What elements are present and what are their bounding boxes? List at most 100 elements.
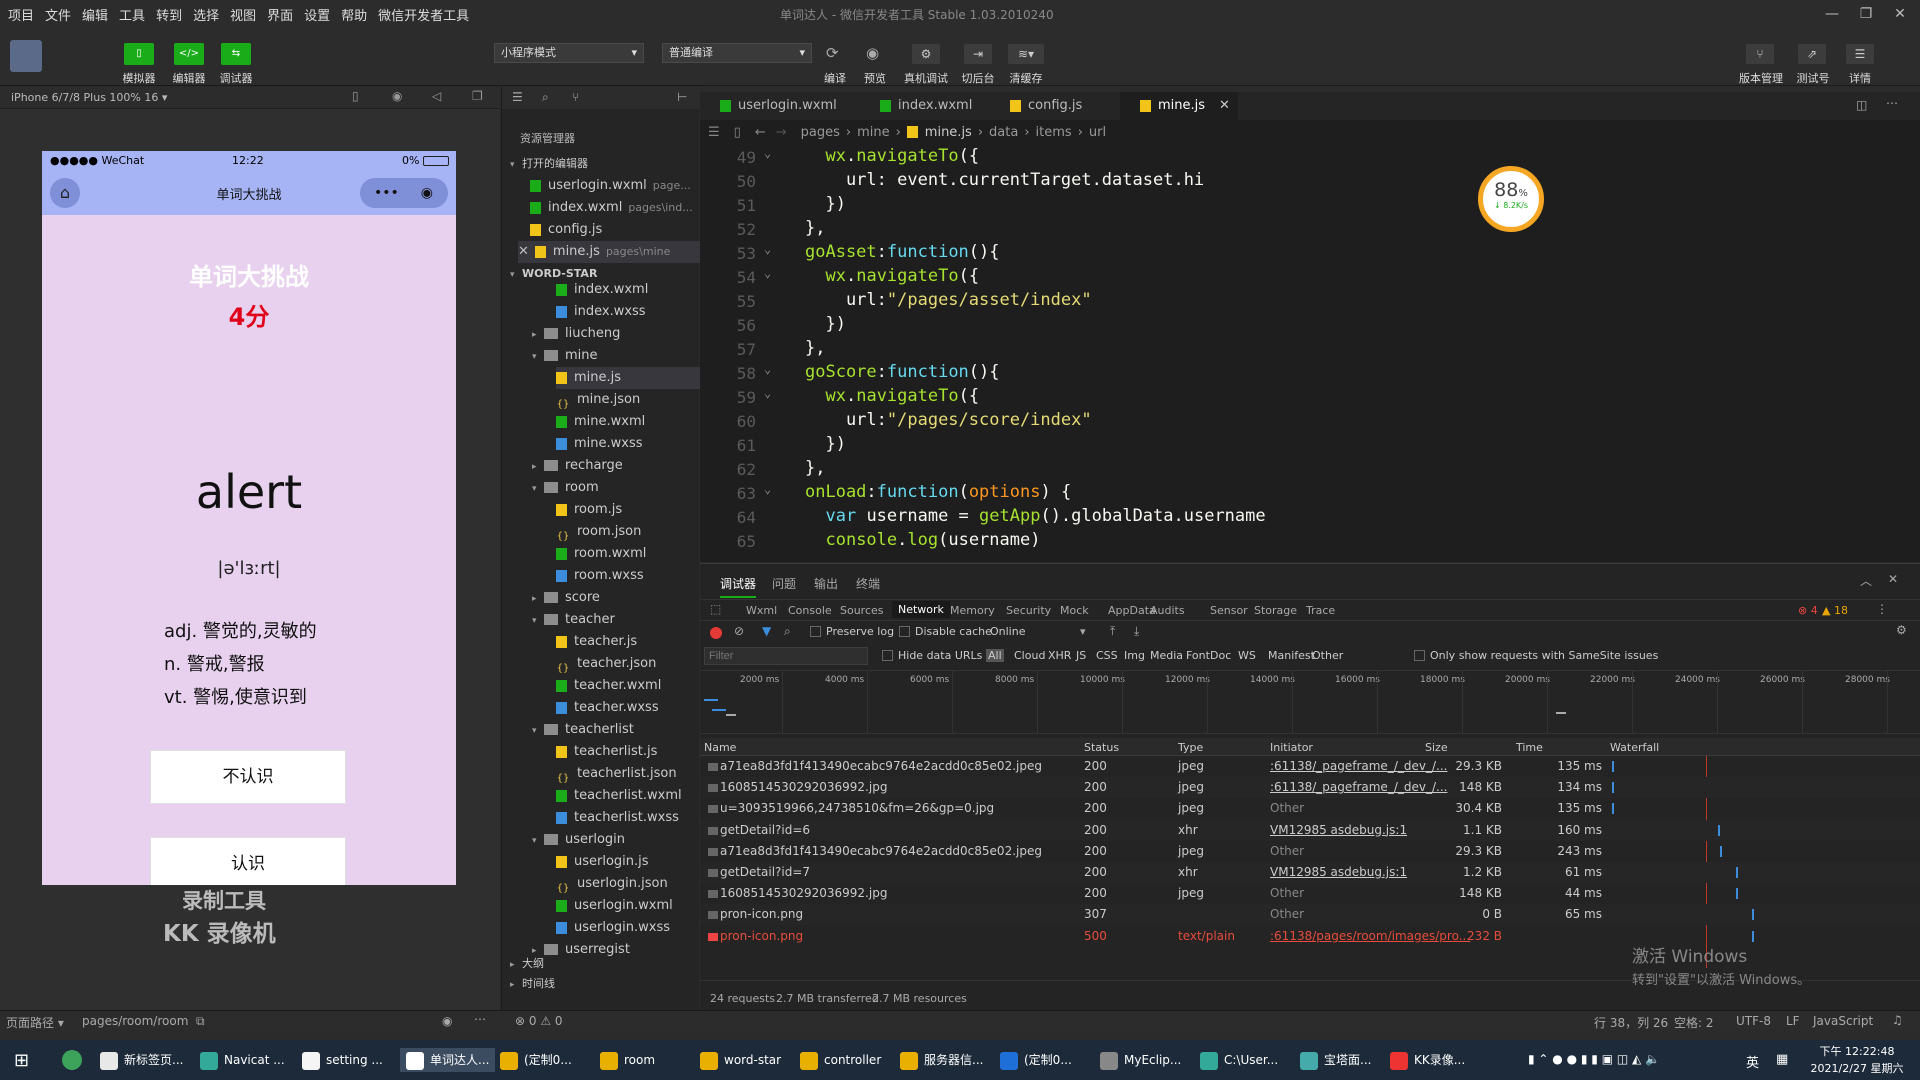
window-icon[interactable]: ❐ [472,89,483,103]
file-item[interactable]: teacherlist.wxss [556,807,700,829]
forward-icon[interactable]: → [776,125,787,140]
tab-mine-js[interactable]: mine.js ✕ [1120,92,1238,120]
fold-icon[interactable]: ⌄ [764,146,771,160]
refresh-icon[interactable]: ⟳ [826,44,839,62]
more-icon[interactable]: ⋯ [474,1012,486,1026]
table-row[interactable]: a71ea8d3fd1f413490ecabc9764e2acdd0c85e02… [700,841,1920,862]
outline-icon[interactable]: ☰ [708,125,720,140]
keyboard-icon[interactable]: ▦ [1776,1052,1788,1067]
folder-item[interactable]: ▾ teacherlist [532,719,700,741]
taskbar-app[interactable]: Navicat ... [200,1048,285,1072]
tab-output[interactable]: 输出 [814,575,838,592]
preview-label[interactable]: 预览 [851,70,899,86]
sound-icon[interactable]: ◁ [432,89,441,103]
taskbar-app[interactable]: (定制0... [1000,1048,1072,1072]
table-row[interactable]: getDetail?id=7 200 xhr VM12985 asdebug.js:1… [700,862,1920,883]
code-editor[interactable]: 49 ⌄ 50 51 52 53 ⌄ 54 ⌄ 55 56 57 58 ⌄ 59 ⌄ 60 61 62 63 ⌄ 64 65… [700,144,1920,562]
debugger-label[interactable]: 调试器 [213,70,259,86]
file-item[interactable]: mine.wxss [556,433,700,455]
filter-type-img[interactable]: Img [1124,649,1145,662]
tab-config-js[interactable]: config.js [990,92,1120,120]
menu-goto[interactable]: 转到 [156,5,182,24]
remote-debug-label[interactable]: 真机调试 [898,70,954,86]
filter-type-js[interactable]: JS [1076,649,1086,662]
menu-wechat-devtools[interactable]: 微信开发者工具 [378,5,469,24]
taskbar-app[interactable]: MyEclip... [1100,1048,1181,1072]
unknown-button[interactable]: 不认识 [150,750,346,804]
filter-type-manifest[interactable]: Manifest [1268,649,1315,662]
request-name[interactable]: a71ea8d3fd1f413490ecabc9764e2acdd0c85e02… [720,844,1042,858]
table-row[interactable]: 1608514530292036992.jpg 200 jpeg Other 148 K… [700,883,1920,904]
mode-select[interactable]: 小程序模式 ▾ [494,43,644,63]
close-window-icon[interactable]: ✕ [1880,2,1920,26]
taskbar-app[interactable]: KK录像... [1390,1048,1465,1072]
panel-tab-wxml[interactable]: Wxml [746,604,777,617]
git-icon[interactable]: ⑂ [572,90,579,104]
filter-type-cloud[interactable]: Cloud [1014,649,1045,662]
file-item[interactable]: {} room.json [556,521,700,543]
close-panel-icon[interactable]: ✕ [1888,572,1898,586]
request-name[interactable]: 1608514530292036992.jpg [720,886,887,900]
file-item[interactable]: userlogin.wxml [556,895,700,917]
request-name[interactable]: getDetail?id=7 [720,865,810,879]
menu-interface[interactable]: 界面 [267,5,293,24]
close-tab-icon[interactable]: ✕ [1219,98,1230,113]
encoding[interactable]: UTF-8 [1736,1014,1771,1028]
column-header-initiator[interactable]: Initiator [1270,741,1313,754]
background-icon[interactable]: ⇥ [964,44,992,64]
code-icon[interactable]: </> [174,43,204,65]
taskbar-app[interactable]: (定制0... [500,1048,572,1072]
file-item[interactable]: {} teacherlist.json [556,763,700,785]
eye-icon[interactable]: ◉ [866,44,879,62]
details-icon[interactable]: ☰ [1846,44,1874,64]
table-row[interactable]: 1608514530292036992.jpg 200 jpeg:61138/_pa… [700,777,1920,799]
folder-item[interactable]: ▾ userlogin [532,829,700,851]
files-icon[interactable]: ☰ [512,90,523,104]
request-name[interactable]: u=3093519966,24738510&fm=26&gp=0.jpg [720,801,994,815]
table-row[interactable]: getDetail?id=6 200 xhr VM12985 asdebug.js:1… [700,819,1920,841]
filter-icon[interactable]: ▼ [762,624,771,638]
fold-icon[interactable]: ⌄ [764,242,771,256]
inspect-icon[interactable]: ⬚ [710,602,721,616]
breadcrumb-item[interactable]: url [1089,125,1106,140]
taskbar-app[interactable]: word-star [700,1048,781,1072]
folder-item[interactable]: ▸ score [532,587,700,609]
column-header-type[interactable]: Type [1178,741,1203,754]
file-item[interactable]: teacher.wxml [556,675,700,697]
menu-settings[interactable]: 设置 [304,5,330,24]
filter-type-doc[interactable]: Doc [1210,649,1231,662]
taskbar-app[interactable]: C:\User... [1200,1048,1278,1072]
panel-tab-sources[interactable]: Sources [840,604,884,617]
request-name[interactable]: pron-icon.png [720,907,803,921]
record-network-icon[interactable] [710,627,722,639]
tab-index-wxml[interactable]: index.wxml [860,92,990,120]
more-icon[interactable]: ••• [374,185,399,201]
breadcrumb-item[interactable]: mine.js [925,125,972,140]
tab-terminal[interactable]: 终端 [856,575,880,592]
ime-indicator[interactable]: 英 [1746,1052,1759,1071]
open-file-item[interactable]: ✕ mine.js pages\mine [518,241,700,263]
test-account-label[interactable]: 测试号 [1790,70,1836,86]
panel-tab-appdata[interactable]: AppData [1108,604,1156,617]
filter-type-css[interactable]: CSS [1096,649,1118,662]
menu-view[interactable]: 视图 [230,5,256,24]
menu-select[interactable]: 选择 [193,5,219,24]
menu-project[interactable]: 项目 [8,5,34,24]
fold-icon[interactable]: ⌄ [764,386,771,400]
search-icon[interactable]: ⌕ [542,90,549,105]
indentation[interactable]: 空格: 2 [1674,1014,1714,1031]
taskbar-app[interactable]: room [600,1048,655,1072]
folder-item[interactable]: ▾ room [532,477,700,499]
request-name[interactable]: pron-icon.png [720,929,803,943]
panel-tab-network[interactable]: Network [892,601,950,618]
phone-icon[interactable]: ▯ [124,43,154,65]
section-outline[interactable]: ▸ 大纲 [510,953,544,975]
clear-icon[interactable]: ⊘ [734,624,744,638]
table-row[interactable]: a71ea8d3fd1f413490ecabc9764e2acdd0c85e02… [700,756,1920,777]
upload-icon[interactable]: ⤒ [1110,624,1115,639]
section-open-editors[interactable]: ▾ 打开的编辑器 [510,153,588,175]
debug-icon[interactable]: ⇆ [221,43,251,65]
column-header-waterfall[interactable]: Waterfall [1610,741,1659,754]
folder-item[interactable]: ▸ userregist [532,939,700,961]
line-ending[interactable]: LF [1786,1014,1800,1028]
